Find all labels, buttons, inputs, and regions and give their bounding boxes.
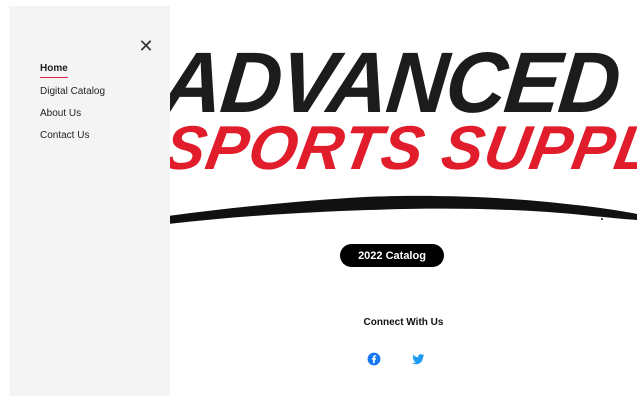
side-drawer: ✕ Home Digital Catalog About Us Contact … [9, 6, 170, 396]
catalog-button[interactable]: 2022 Catalog [340, 244, 444, 267]
facebook-icon[interactable] [366, 351, 382, 367]
drawer-nav: Home Digital Catalog About Us Contact Us [40, 63, 105, 144]
logo-text-sports-supply: SPORTS SUPPLY [158, 114, 637, 183]
brush-stroke [168, 195, 637, 224]
connect-title: Connect With Us [363, 317, 444, 328]
twitter-icon[interactable] [410, 351, 426, 367]
brand-logo: ADVANCED SPORTS SUPPLY [158, 35, 637, 224]
close-icon[interactable]: ✕ [138, 37, 153, 55]
nav-item-digital-catalog[interactable]: Digital Catalog [40, 86, 105, 100]
nav-item-contact-us[interactable]: Contact Us [40, 130, 89, 144]
nav-item-about-us[interactable]: About Us [40, 108, 81, 122]
main-content: ADVANCED SPORTS SUPPLY 2022 Catalog Conn… [158, 0, 637, 396]
nav-item-home[interactable]: Home [40, 63, 68, 78]
page: ✕ Home Digital Catalog About Us Contact … [0, 0, 637, 396]
social-links [366, 349, 426, 369]
